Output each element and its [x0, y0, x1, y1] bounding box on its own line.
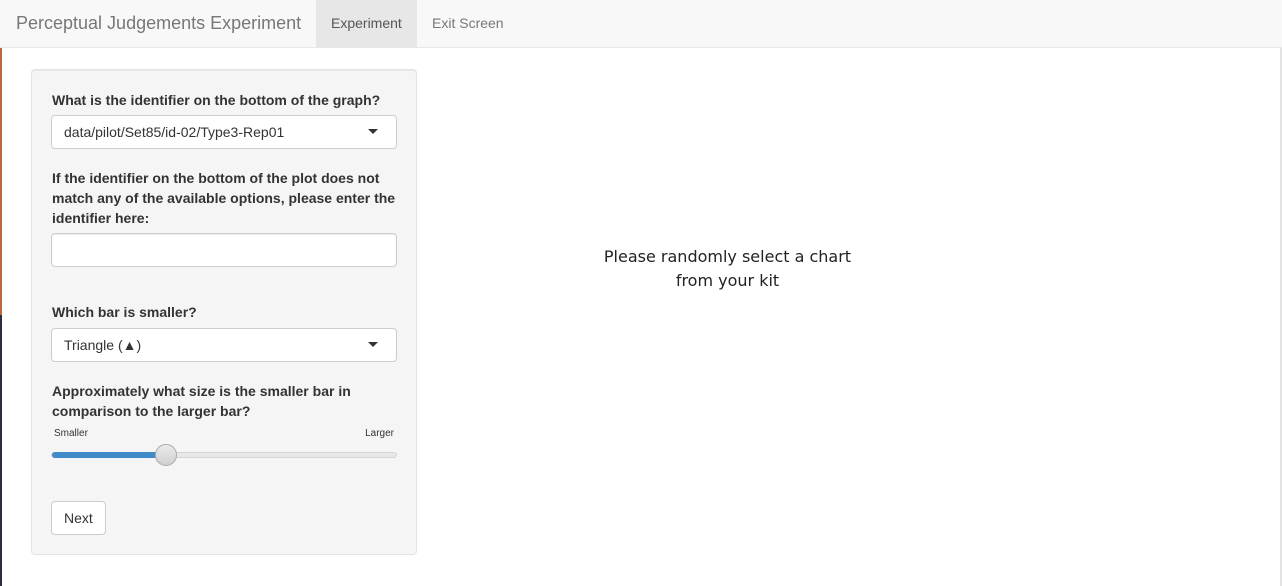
navbar: Perceptual Judgements Experiment Experim… — [0, 0, 1282, 48]
manual-identifier-input[interactable] — [51, 233, 397, 267]
tab-exit-screen[interactable]: Exit Screen — [417, 0, 519, 48]
size-comparison-label: Approximately what size is the smaller b… — [52, 383, 351, 419]
next-button[interactable]: Next — [51, 501, 106, 535]
smaller-bar-label: Which bar is smaller? — [52, 304, 197, 320]
slider-max-label: Larger — [365, 428, 394, 439]
size-slider-track[interactable] — [51, 444, 397, 466]
identifier-label: What is the identifier on the bottom of … — [52, 92, 381, 108]
tab-experiment[interactable]: Experiment — [316, 0, 417, 48]
smaller-bar-select[interactable]: Triangle (▲) — [51, 328, 397, 362]
window-edge-left — [0, 0, 2, 586]
app-window: Perceptual Judgements Experiment Experim… — [0, 0, 1282, 586]
manual-identifier-label: If the identifier on the bottom of the p… — [52, 170, 396, 226]
instruction-message: Please randomly select a chart from your… — [603, 247, 852, 290]
slider-min-label: Smaller — [54, 428, 88, 439]
smaller-bar-select-value: Triangle (▲) — [64, 337, 142, 353]
identifier-select[interactable]: data/pilot/Set85/id-02/Type3-Rep01 — [51, 115, 397, 149]
size-slider-fill — [52, 452, 166, 458]
size-slider-handle[interactable] — [154, 444, 177, 466]
sidebar-panel: What is the identifier on the bottom of … — [31, 69, 417, 555]
chevron-down-icon — [368, 129, 378, 134]
navbar-brand[interactable]: Perceptual Judgements Experiment — [16, 0, 301, 48]
identifier-select-value: data/pilot/Set85/id-02/Type3-Rep01 — [64, 124, 285, 140]
chevron-down-icon — [368, 342, 378, 347]
